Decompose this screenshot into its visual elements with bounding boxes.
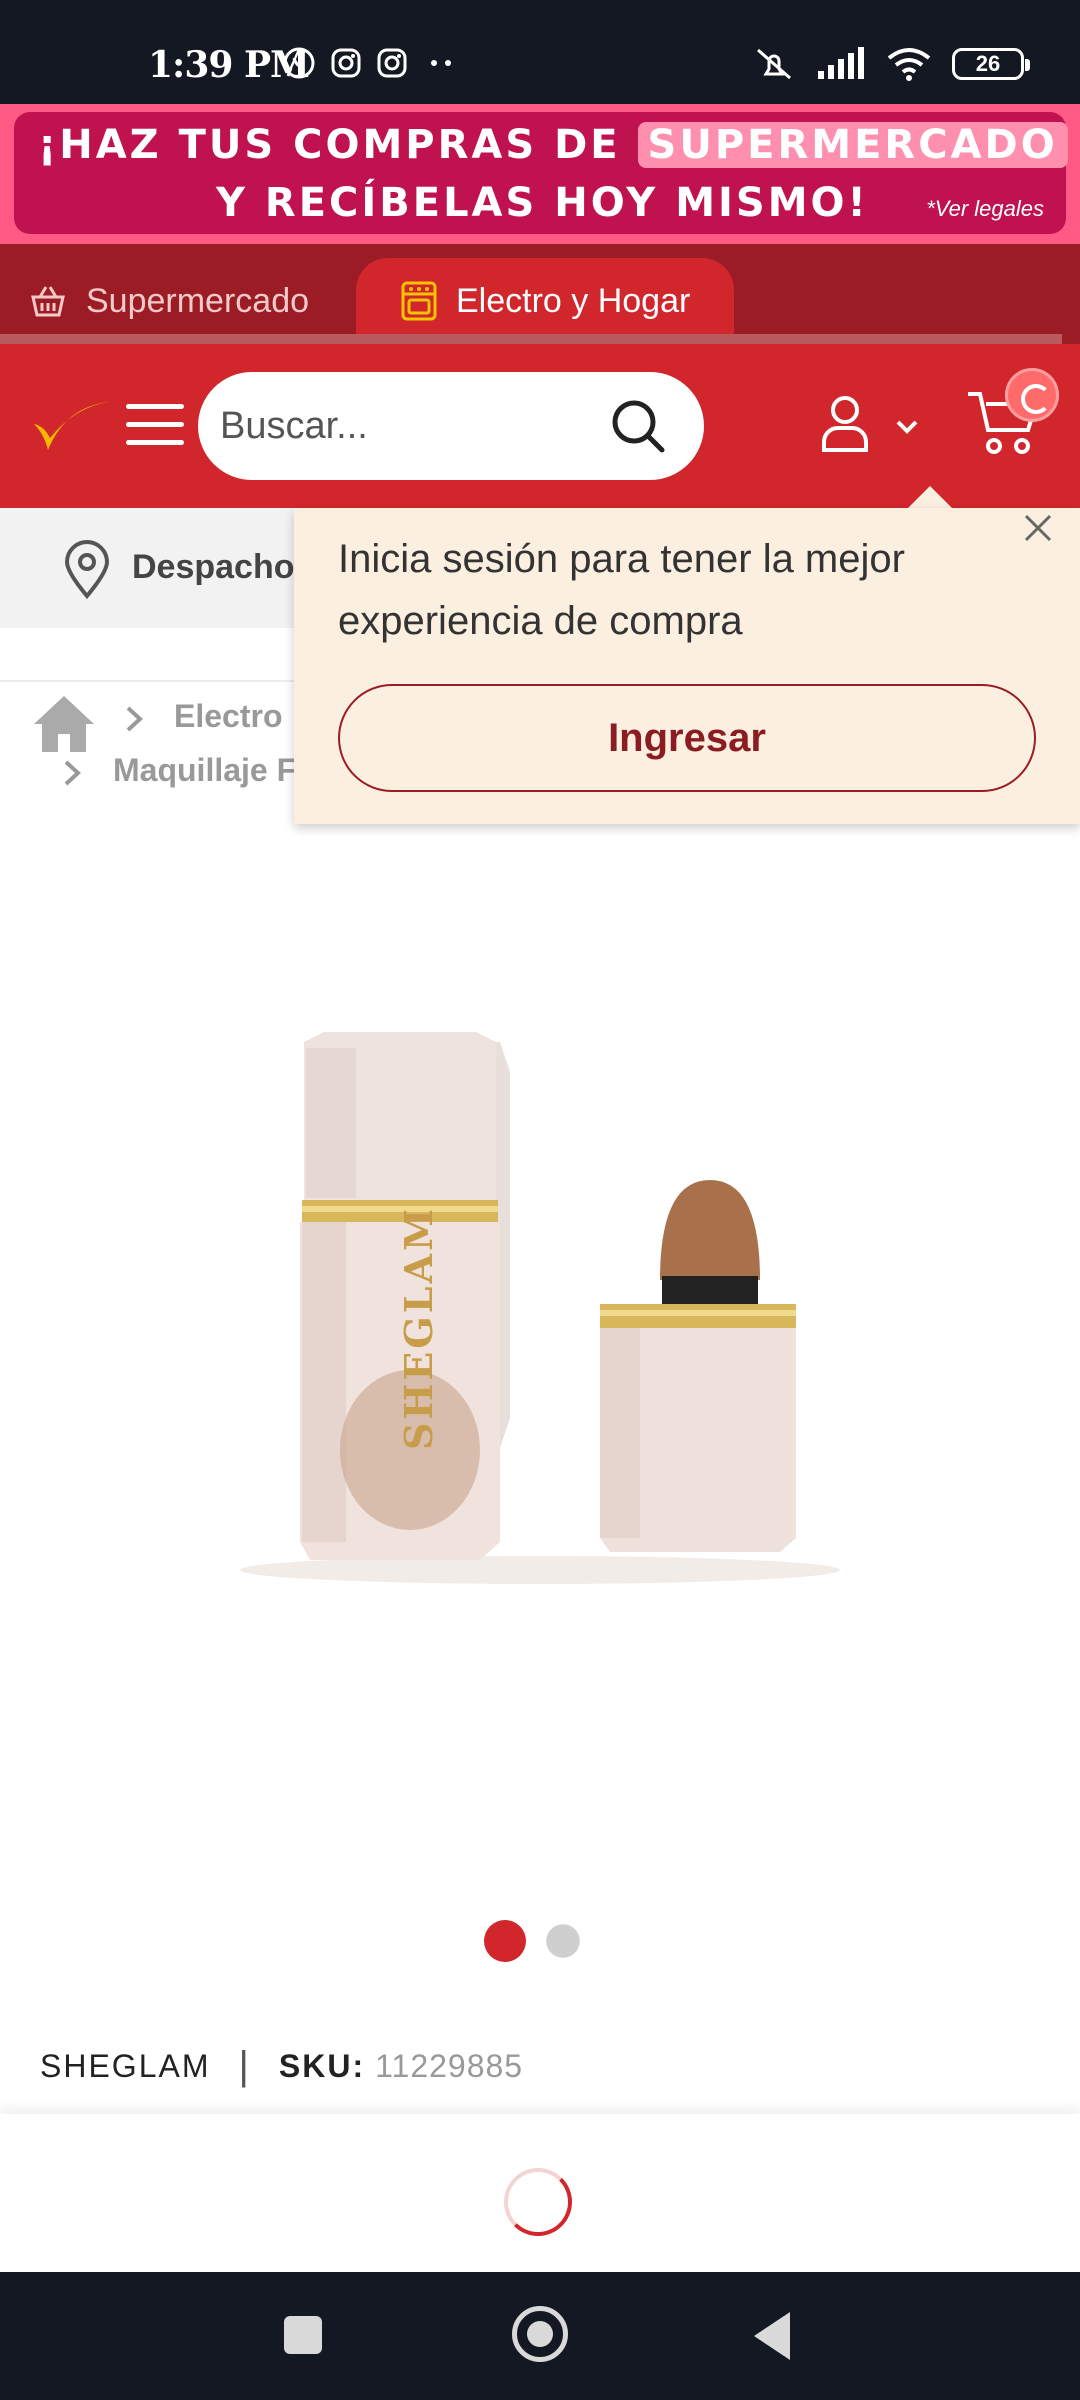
delivery-label: Despacho: [132, 548, 295, 586]
tabs-scrollbar[interactable]: [0, 334, 1062, 344]
signal-icon: [818, 47, 864, 79]
sku-label: SKU:: [278, 2048, 366, 2084]
home-icon[interactable]: [32, 692, 96, 756]
product-brand-link[interactable]: SHEGLAM: [40, 2048, 210, 2085]
category-tabs: Supermercado Electro y Hogar: [0, 244, 1080, 344]
location-pin-icon: [64, 540, 110, 600]
system-icons: 26: [752, 46, 1030, 82]
loading-panel: [0, 2114, 1080, 2272]
promo-line-1-prefix: ¡HAZ TUS COMPRAS DE: [38, 122, 621, 168]
promo-legal-link[interactable]: *Ver legales: [926, 196, 1044, 222]
login-button[interactable]: Ingresar: [338, 684, 1036, 792]
search-bar: [198, 372, 704, 480]
whatsapp-icon: [283, 47, 315, 79]
carousel-dot[interactable]: [484, 1920, 526, 1962]
promo-banner-inner: ¡HAZ TUS COMPRAS DE SUPERMERCADO Y RECÍB…: [14, 112, 1068, 234]
hamburger-menu-icon[interactable]: [126, 404, 184, 448]
product-meta: SHEGLAM | SKU: 11229885: [40, 2044, 523, 2089]
promo-banner[interactable]: ¡HAZ TUS COMPRAS DE SUPERMERCADO Y RECÍB…: [0, 104, 1080, 244]
chevron-down-icon[interactable]: [894, 418, 920, 436]
search-input[interactable]: [220, 396, 600, 456]
stove-icon: [401, 281, 437, 321]
site-header: [0, 344, 1080, 508]
loading-spinner-icon: [504, 2168, 572, 2236]
home-button[interactable]: [512, 2306, 568, 2362]
more-dots-icon: [431, 60, 451, 66]
back-button[interactable]: [754, 2312, 790, 2360]
popover-arrow: [906, 486, 954, 510]
wifi-icon: [887, 48, 931, 81]
mute-vibrate-icon: [757, 48, 791, 80]
tab-supermercado[interactable]: Supermercado: [28, 258, 309, 344]
promo-highlight: SUPERMERCADO: [637, 122, 1068, 168]
promo-line-2: Y RECÍBELAS HOY MISMO!: [216, 180, 869, 226]
login-popover: Inicia sesión para tener la mejor experi…: [294, 508, 1080, 824]
promo-line-1: ¡HAZ TUS COMPRAS DE SUPERMERCADO: [38, 122, 1068, 168]
user-account-icon[interactable]: [820, 394, 870, 454]
chevron-right-icon: [126, 706, 143, 732]
meta-separator: |: [238, 2044, 251, 2088]
breadcrumb-item[interactable]: Maquillaje F: [113, 752, 296, 789]
tab-electro-hogar[interactable]: Electro y Hogar: [356, 258, 734, 344]
product-image[interactable]: SHEGLAM: [180, 1010, 900, 1630]
tab-electro-hogar-label: Electro y Hogar: [456, 281, 691, 320]
product-image-brand-text: SHEGLAM: [396, 1206, 441, 1450]
tab-supermercado-label: Supermercado: [86, 281, 310, 320]
notification-icons: [282, 46, 462, 80]
cart-badge: [1005, 368, 1059, 422]
breadcrumb-item[interactable]: Electro: [174, 698, 282, 735]
battery-icon: 26: [952, 48, 1030, 80]
instagram-icon: [377, 48, 407, 78]
chevron-right-icon: [64, 760, 81, 786]
search-icon[interactable]: [610, 398, 666, 454]
carousel-dot[interactable]: [546, 1924, 580, 1958]
carousel-dots: [484, 1920, 584, 1962]
instagram-icon: [331, 48, 361, 78]
system-nav-bar: [0, 2272, 1080, 2400]
status-bar: 1:39 PM 26: [0, 0, 1080, 104]
brand-logo-icon[interactable]: [28, 394, 114, 454]
popover-message: Inicia sesión para tener la mejor experi…: [338, 537, 905, 643]
basket-icon: [31, 286, 65, 317]
recents-button[interactable]: [284, 2316, 322, 2354]
close-icon[interactable]: [1012, 502, 1064, 554]
sku-value: 11229885: [375, 2048, 524, 2084]
